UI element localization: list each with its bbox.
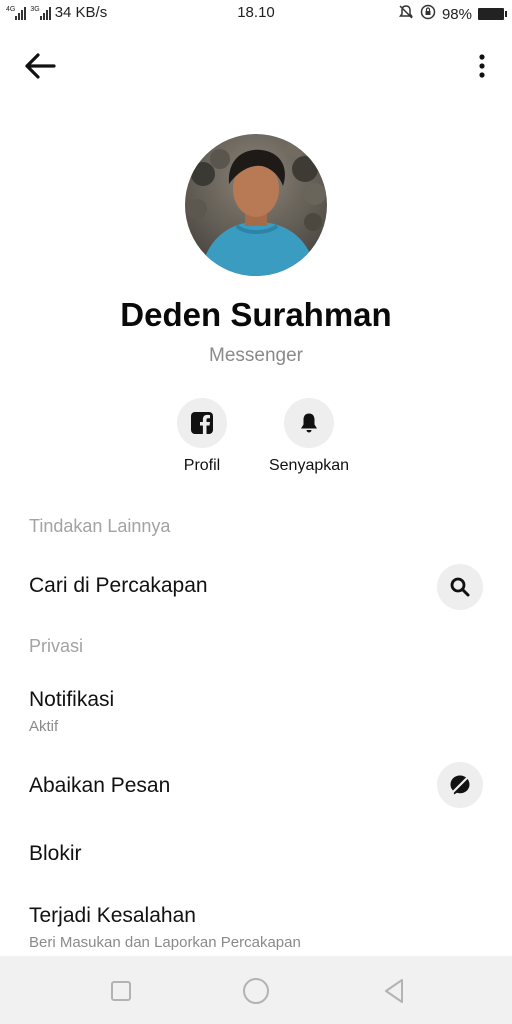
ignore-messages-button[interactable] [437,762,483,808]
report-problem-title: Terjadi Kesalahan [29,904,196,927]
notifications-status: Aktif [29,718,59,735]
profile-name: Deden Surahman [120,296,392,333]
search-in-conversation-title: Cari di Percakapan [29,574,208,597]
circle-icon [243,978,269,1004]
profile-action-circle[interactable] [177,398,227,448]
battery-percentage: 98% [441,5,472,23]
report-problem-row[interactable]: Terjadi Kesalahan Beri Masukan dan Lapor… [0,894,512,956]
avatar-photo [185,134,327,276]
status-right: 98% [398,4,507,24]
rotation-lock-icon [420,4,436,24]
mute-action-label: Senyapkan [268,457,350,474]
vertical-dots-icon [479,54,485,78]
mute-action-circle[interactable] [284,398,334,448]
block-row[interactable]: Blokir [0,830,512,880]
mute-action[interactable]: Senyapkan [254,398,364,475]
recent-apps-button[interactable] [106,976,136,1006]
bell-icon [301,413,317,433]
profile-subtitle: Messenger [209,345,303,366]
notifications-row[interactable]: Notifikasi Aktif [0,680,512,742]
more-actions-header: Tindakan Lainnya [29,516,171,536]
ignore-messages-title: Abaikan Pesan [29,774,171,797]
facebook-icon [191,412,213,434]
privacy-header: Privasi [29,636,84,656]
mute-bell-icon [398,4,414,24]
avatar[interactable] [185,134,327,276]
battery-icon [478,8,507,20]
report-problem-subtitle: Beri Masukan dan Laporkan Percakapan [29,934,301,951]
ignore-messages-row[interactable]: Abaikan Pesan [0,760,512,812]
conversation-details-screen: 4G 3G 34 KB/s 18.10 98% Deden Surahman M… [0,0,512,1024]
triangle-back-icon [385,979,403,1003]
arrow-left-icon [25,53,56,79]
search-button[interactable] [437,564,483,610]
square-icon [111,981,131,1001]
search-in-conversation-row[interactable]: Cari di Percakapan [0,560,512,614]
profile-action[interactable]: Profil [147,398,257,475]
more-options-button[interactable] [468,48,496,84]
system-nav-bar [0,956,512,1024]
nav-back-button[interactable] [379,976,409,1006]
status-bar: 4G 3G 34 KB/s 18.10 98% [0,0,512,28]
home-button[interactable] [241,976,271,1006]
block-title: Blokir [29,842,82,865]
back-button[interactable] [20,48,60,84]
search-icon [450,577,470,597]
notifications-title: Notifikasi [29,688,115,711]
profile-action-label: Profil [183,457,221,474]
ignore-icon [450,775,470,795]
